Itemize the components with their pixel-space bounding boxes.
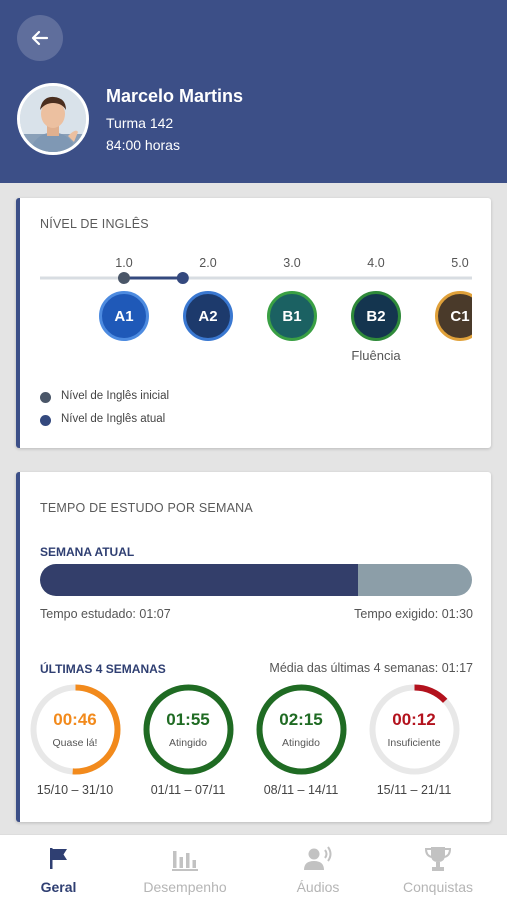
level-track [40,272,472,284]
profile-name: Marcelo Martins [106,86,244,106]
nav-item-desempenho[interactable]: Desempenho [125,835,245,900]
level-a2-badge: A2 [183,291,233,341]
legend-initial-dot [40,392,51,403]
studied-time-label: Tempo estudado: 01:07 [40,607,171,621]
avatar [17,83,89,155]
level-b2-badge: B2 [351,291,401,341]
study-time-card: TEMPO DE ESTUDO POR SEMANA SEMANA ATUAL … [16,472,491,822]
week-time: 00:46 [53,710,97,729]
legend-initial-label: Nível de Inglês inicial [61,390,170,402]
week-status: Quase lá! [52,737,98,749]
week-status: Insuficiente [387,737,441,749]
profile-hours: 84:00 horas [106,137,180,153]
current-week-progress-fill [40,564,359,596]
nav-item-conquistas[interactable]: Conquistas [383,835,493,900]
current-week-label: SEMANA ATUAL [40,545,135,559]
week-time: 01:55 [166,710,210,729]
last-weeks-label: ÚLTIMAS 4 SEMANAS [40,662,166,676]
nav-label: Desempenho [143,879,227,895]
bar-chart-icon [172,851,198,871]
back-button[interactable] [17,15,63,61]
arrow-left-icon [31,30,49,46]
current-week-progress-bar [40,564,472,596]
study-time-title: TEMPO DE ESTUDO POR SEMANA [40,501,253,515]
nav-label: Conquistas [402,879,474,895]
legend-current-label: Nível de Inglês atual [61,413,166,425]
week-status: Atingido [169,737,207,749]
required-time-label: Tempo exigido: 01:30 [354,607,473,621]
nav-label: Áudios [296,879,340,895]
english-level-card: NÍVEL DE INGLÊS 1.0 2.0 3.0 4.0 5.0 A1 A… [16,198,491,448]
week-dates: 08/11 – 14/11 [263,783,339,797]
week-dates: 15/10 – 31/10 [36,783,114,797]
profile-header: Marcelo Martins Turma 142 84:00 horas [0,0,507,183]
level-a1-badge: A1 [99,291,149,341]
profile-class: Turma 142 [106,115,174,131]
nav-item-geral[interactable]: Geral [0,835,117,900]
legend-current-dot [40,415,51,426]
nav-item-audios[interactable]: Áudios [258,835,378,900]
trophy-icon [424,847,452,871]
initial-level-marker [118,272,130,284]
nav-label: Geral [40,879,77,895]
english-level-title: NÍVEL DE INGLÊS [40,217,149,231]
level-b1-badge: B1 [267,291,317,341]
week-dates: 15/11 – 21/11 [376,783,452,797]
week-time: 02:15 [279,710,323,729]
current-level-marker [176,272,189,284]
week-dates: 01/11 – 07/11 [150,783,226,797]
week-time: 00:12 [392,710,436,729]
week-status: Atingido [282,737,320,749]
average-label: Média das últimas 4 semanas: 01:17 [269,661,473,675]
speaker-icon [304,846,332,870]
bottom-navigation: Geral Desempenho Áudios Conquistas [0,834,507,900]
level-circles: A1 A2 B1 B2 C1 [20,291,472,347]
level-c1-badge: C1 [435,291,472,341]
fluency-label: Fluência [351,348,401,363]
flag-icon [49,848,67,869]
